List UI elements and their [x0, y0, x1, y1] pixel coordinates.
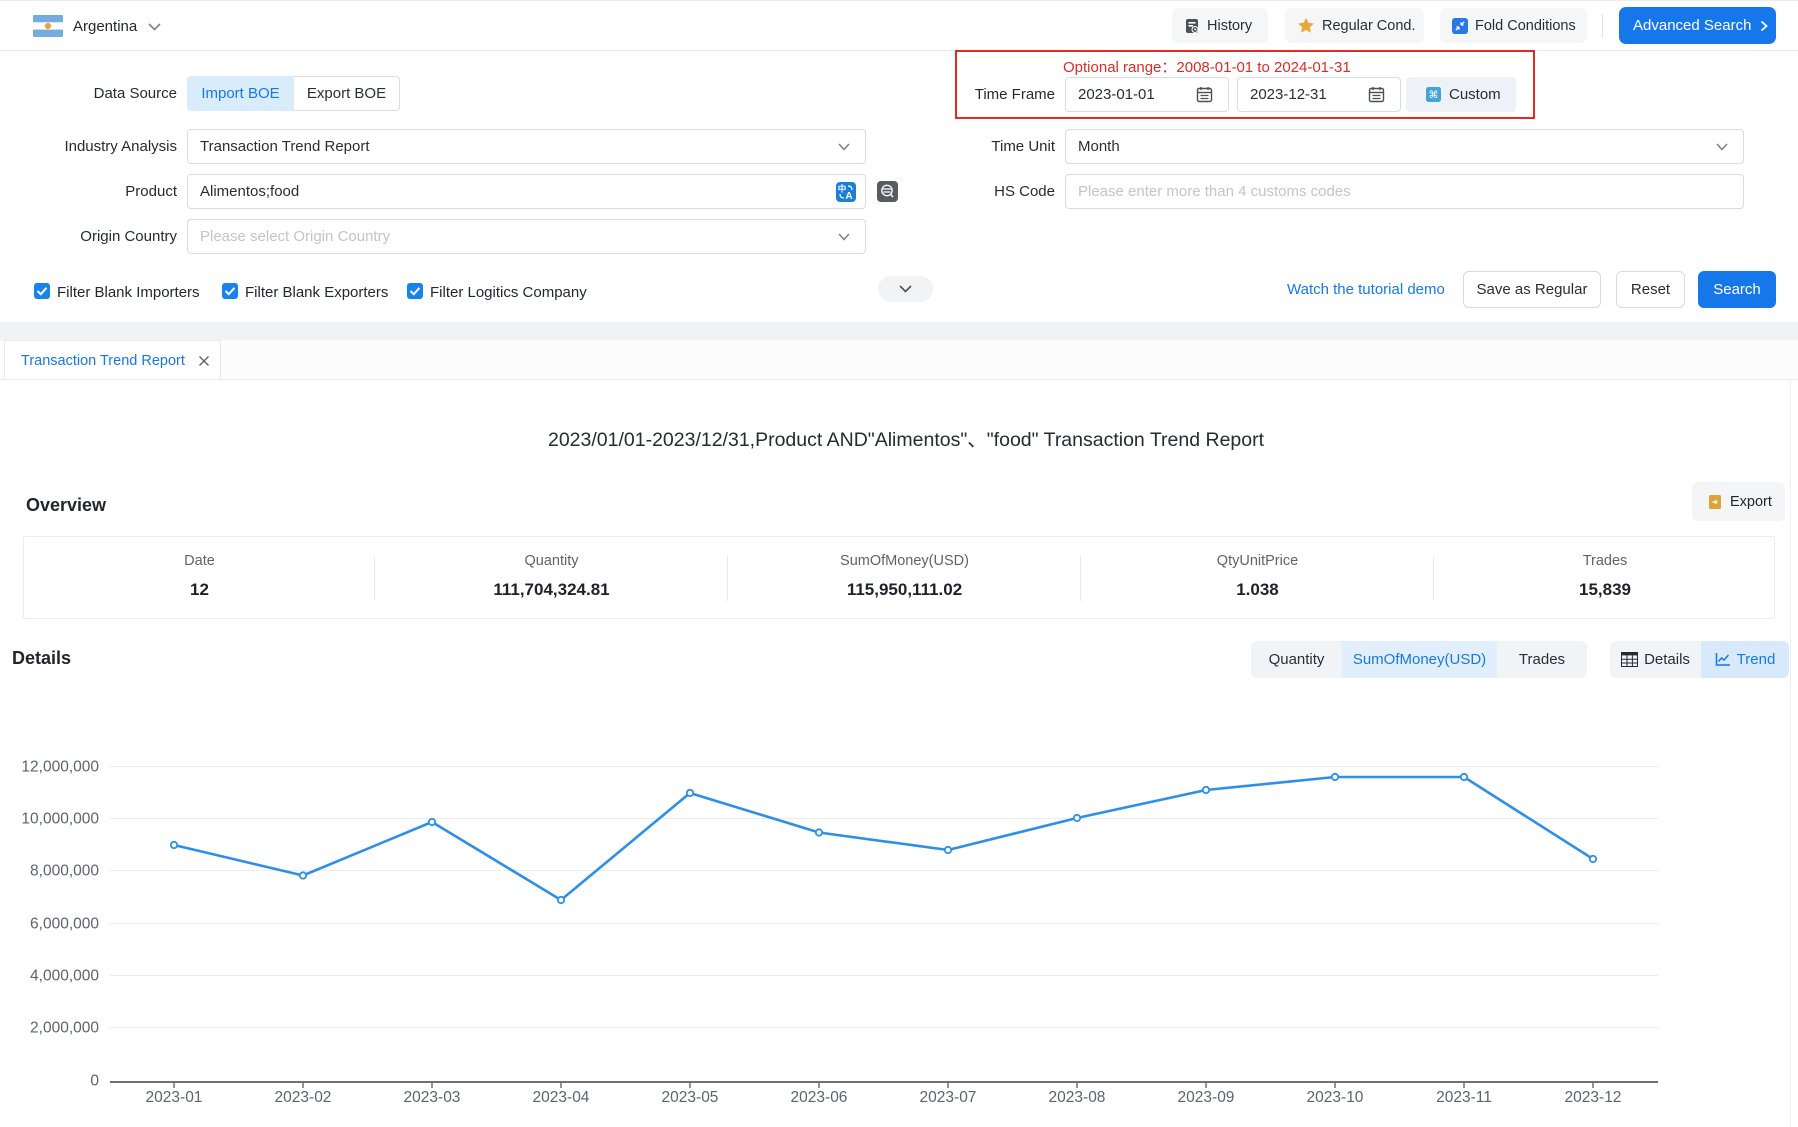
svg-text:2023-08: 2023-08 [1049, 1089, 1106, 1106]
svg-text:2023-01: 2023-01 [146, 1089, 203, 1106]
svg-text:2023-03: 2023-03 [404, 1089, 461, 1106]
svg-text:0: 0 [90, 1073, 99, 1090]
svg-text:2023-04: 2023-04 [533, 1089, 590, 1106]
svg-text:2,000,000: 2,000,000 [30, 1020, 99, 1037]
svg-text:4,000,000: 4,000,000 [30, 968, 99, 985]
svg-text:6,000,000: 6,000,000 [30, 916, 99, 933]
svg-text:2023-10: 2023-10 [1307, 1089, 1364, 1106]
svg-text:2023-07: 2023-07 [920, 1089, 977, 1106]
svg-text:A: A [845, 191, 852, 202]
svg-text:12,000,000: 12,000,000 [21, 759, 99, 776]
svg-text:10,000,000: 10,000,000 [21, 811, 99, 828]
svg-text:2023-09: 2023-09 [1178, 1089, 1235, 1106]
svg-text:2023-02: 2023-02 [275, 1089, 332, 1106]
svg-text:2023-12: 2023-12 [1565, 1089, 1622, 1106]
svg-text:⌘: ⌘ [1429, 90, 1439, 101]
svg-text:2023-11: 2023-11 [1436, 1089, 1492, 1106]
svg-text:8,000,000: 8,000,000 [30, 863, 99, 880]
svg-text:2023-05: 2023-05 [662, 1089, 719, 1106]
svg-text:2023-06: 2023-06 [791, 1089, 848, 1106]
